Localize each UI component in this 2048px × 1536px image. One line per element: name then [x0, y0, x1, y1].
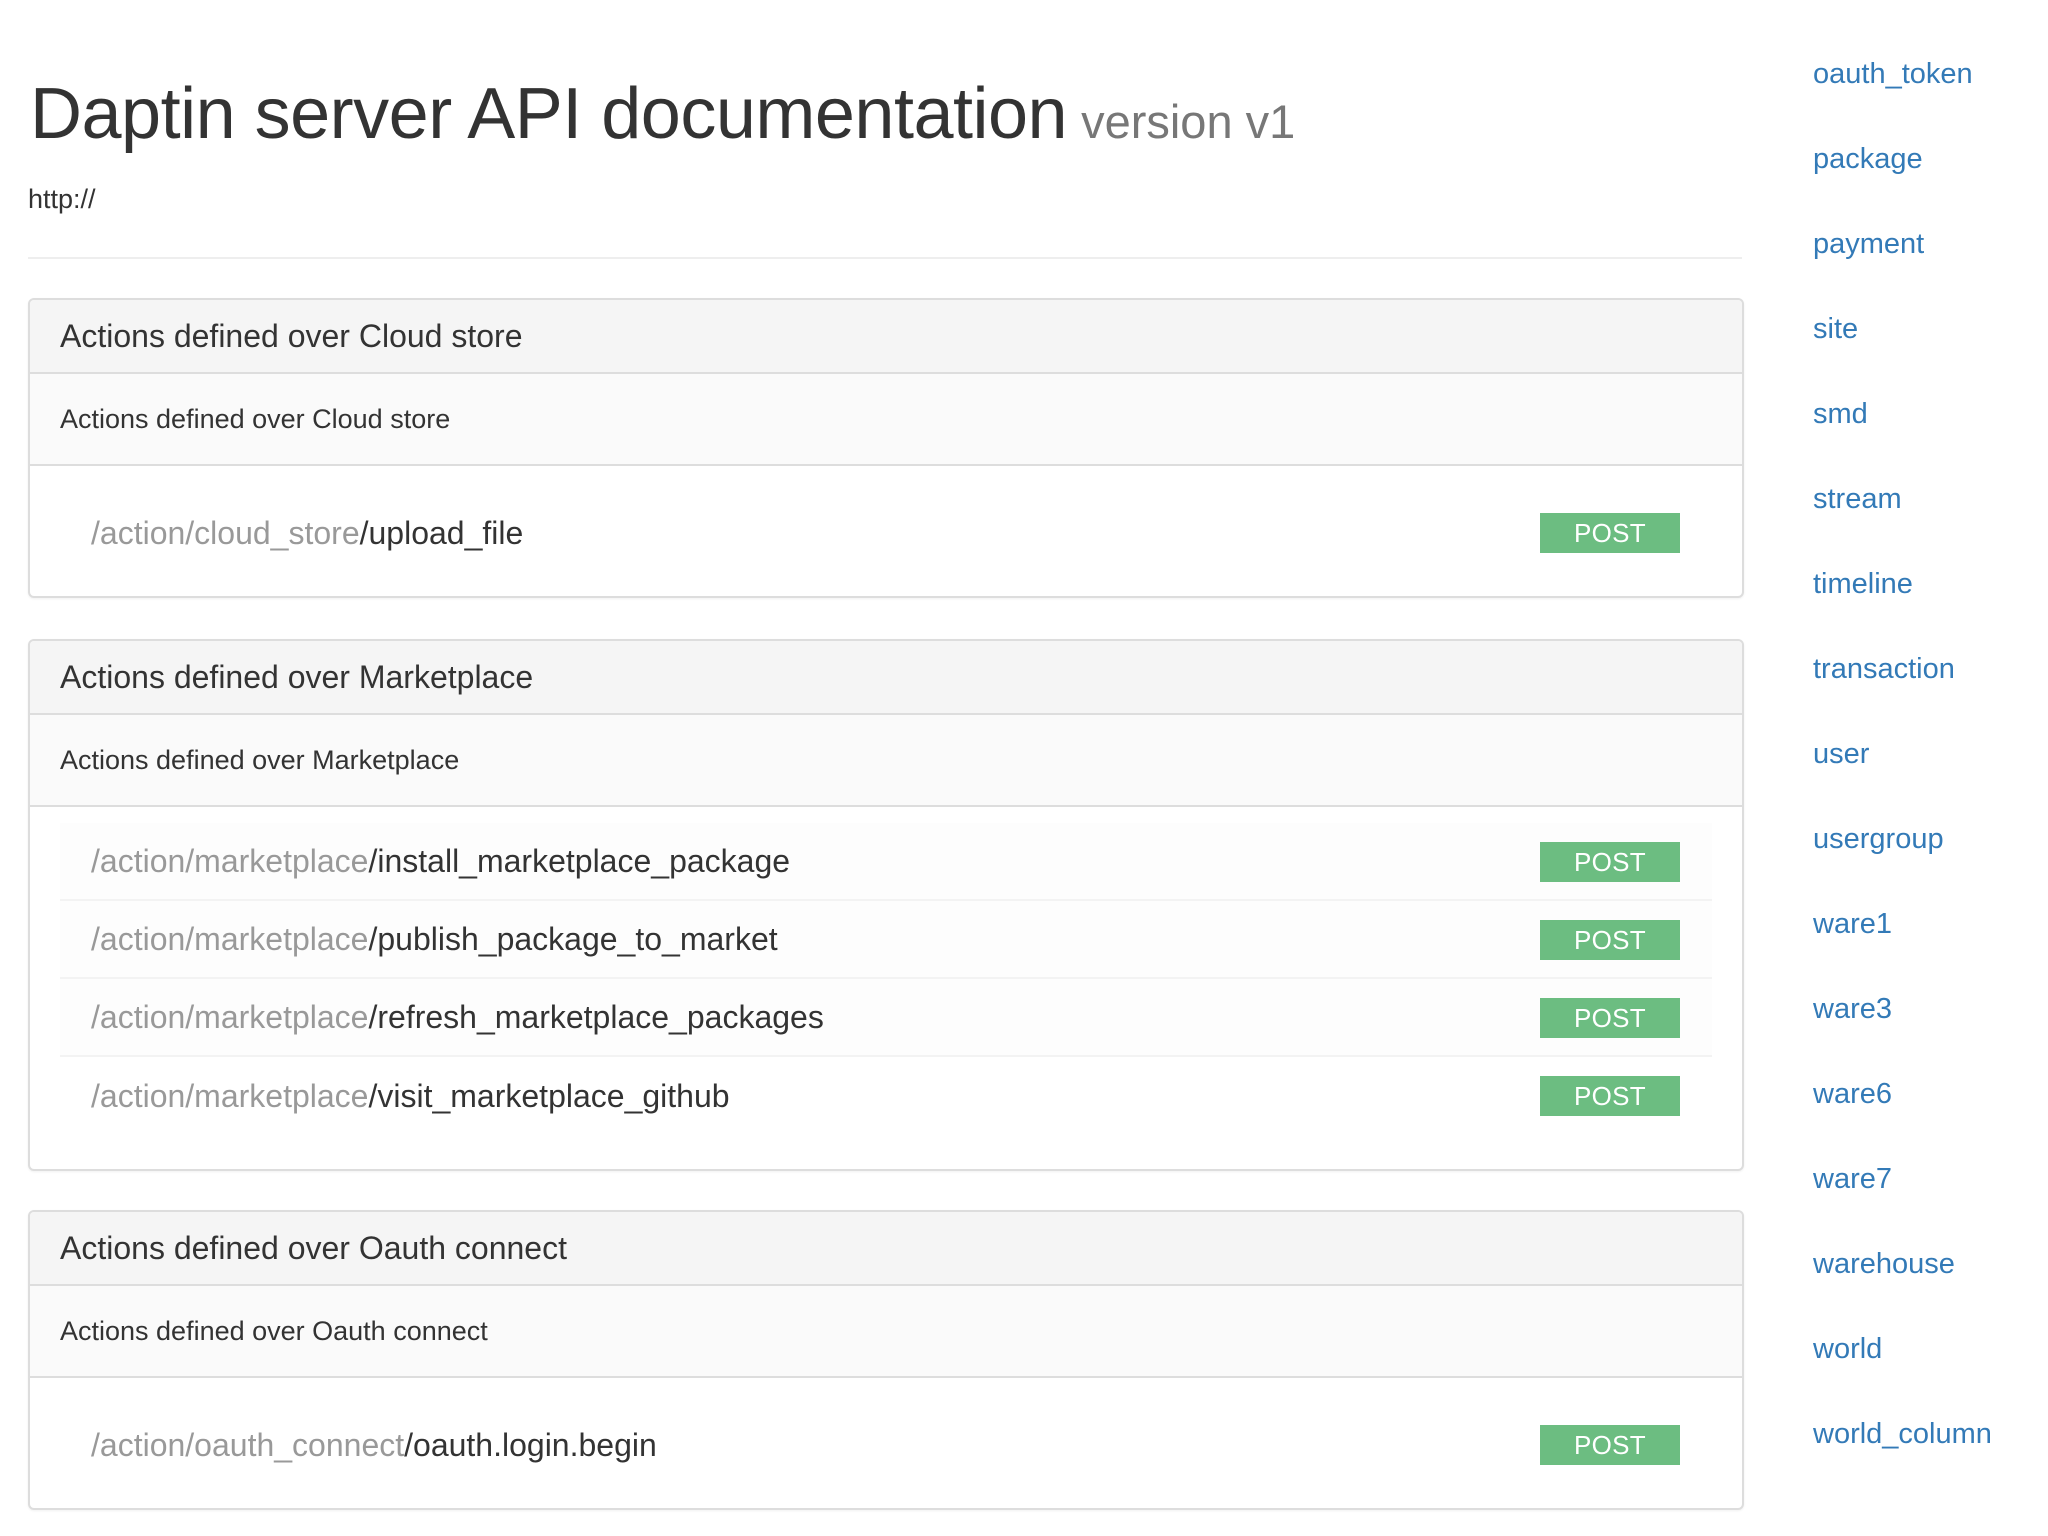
- section-panel-marketplace: Actions defined over Marketplace Actions…: [28, 639, 1744, 1171]
- section-heading: Actions defined over Oauth connect: [30, 1212, 1742, 1286]
- route-name: /refresh_marketplace_packages: [368, 998, 824, 1035]
- route-prefix: /action/marketplace: [91, 842, 369, 879]
- toc-link-ware6[interactable]: ware6: [1813, 1074, 1992, 1159]
- route-prefix: /action/marketplace: [91, 998, 369, 1035]
- toc-link-ware3[interactable]: ware3: [1813, 989, 1992, 1074]
- section-panel-cloud-store: Actions defined over Cloud store Actions…: [28, 298, 1744, 598]
- route-prefix: /action/cloud_store: [91, 514, 360, 551]
- section-heading: Actions defined over Cloud store: [30, 300, 1742, 374]
- route-item[interactable]: /action/oauth_connect/oauth.login.begin …: [60, 1406, 1712, 1484]
- route-list: /action/cloud_store/upload_file POST: [30, 466, 1742, 596]
- base-url: http://: [28, 184, 96, 214]
- divider: [28, 257, 1742, 259]
- toc-link-transaction[interactable]: transaction: [1813, 649, 1992, 734]
- route-item[interactable]: /action/marketplace/install_marketplace_…: [60, 823, 1712, 901]
- route-item[interactable]: /action/marketplace/publish_package_to_m…: [60, 901, 1712, 979]
- section-description: Actions defined over Marketplace: [30, 715, 1742, 807]
- route-name: /visit_marketplace_github: [368, 1077, 730, 1114]
- toc-link-package[interactable]: package: [1813, 139, 1992, 224]
- toc-link-site[interactable]: site: [1813, 309, 1992, 394]
- toc-link-oauth-token[interactable]: oauth_token: [1813, 54, 1992, 139]
- route-item[interactable]: /action/marketplace/visit_marketplace_gi…: [60, 1057, 1712, 1135]
- toc-link-usergroup[interactable]: usergroup: [1813, 819, 1992, 904]
- toc-link-world-column[interactable]: world_column: [1813, 1414, 1992, 1499]
- toc-link-smd[interactable]: smd: [1813, 394, 1992, 479]
- toc-link-user[interactable]: user: [1813, 734, 1992, 819]
- route-name: /install_marketplace_package: [368, 842, 791, 879]
- method-badge-post: POST: [1540, 998, 1680, 1038]
- route-name: /oauth.login.begin: [404, 1426, 657, 1463]
- toc-link-ware1[interactable]: ware1: [1813, 904, 1992, 989]
- method-badge-post: POST: [1540, 920, 1680, 960]
- route-prefix: /action/marketplace: [91, 1077, 369, 1114]
- route-list: /action/oauth_connect/oauth.login.begin …: [30, 1378, 1742, 1508]
- toc-link-ware7[interactable]: ware7: [1813, 1159, 1992, 1244]
- toc-link-warehouse[interactable]: warehouse: [1813, 1244, 1992, 1329]
- table-of-contents: oauth_token package payment site smd str…: [1813, 54, 1992, 1499]
- toc-link-payment[interactable]: payment: [1813, 224, 1992, 309]
- method-badge-post: POST: [1540, 842, 1680, 882]
- method-badge-post: POST: [1540, 1076, 1680, 1116]
- version-label: version v1: [1081, 95, 1296, 148]
- route-name: /upload_file: [359, 514, 524, 551]
- page-title-text: Daptin server API documentation: [30, 74, 1068, 154]
- route-prefix: /action/oauth_connect: [91, 1426, 405, 1463]
- toc-link-stream[interactable]: stream: [1813, 479, 1992, 564]
- method-badge-post: POST: [1540, 1425, 1680, 1465]
- route-item[interactable]: /action/cloud_store/upload_file POST: [60, 494, 1712, 572]
- page-title: Daptin server API documentation version v…: [30, 78, 1295, 150]
- toc-link-world[interactable]: world: [1813, 1329, 1992, 1414]
- section-description: Actions defined over Cloud store: [30, 374, 1742, 466]
- method-badge-post: POST: [1540, 513, 1680, 553]
- route-list: /action/marketplace/install_marketplace_…: [30, 807, 1742, 1169]
- toc-link-timeline[interactable]: timeline: [1813, 564, 1992, 649]
- route-name: /publish_package_to_market: [368, 920, 778, 957]
- route-item[interactable]: /action/marketplace/refresh_marketplace_…: [60, 979, 1712, 1057]
- section-panel-oauth-connect: Actions defined over Oauth connect Actio…: [28, 1210, 1744, 1510]
- section-heading: Actions defined over Marketplace: [30, 641, 1742, 715]
- section-description: Actions defined over Oauth connect: [30, 1286, 1742, 1378]
- route-prefix: /action/marketplace: [91, 920, 369, 957]
